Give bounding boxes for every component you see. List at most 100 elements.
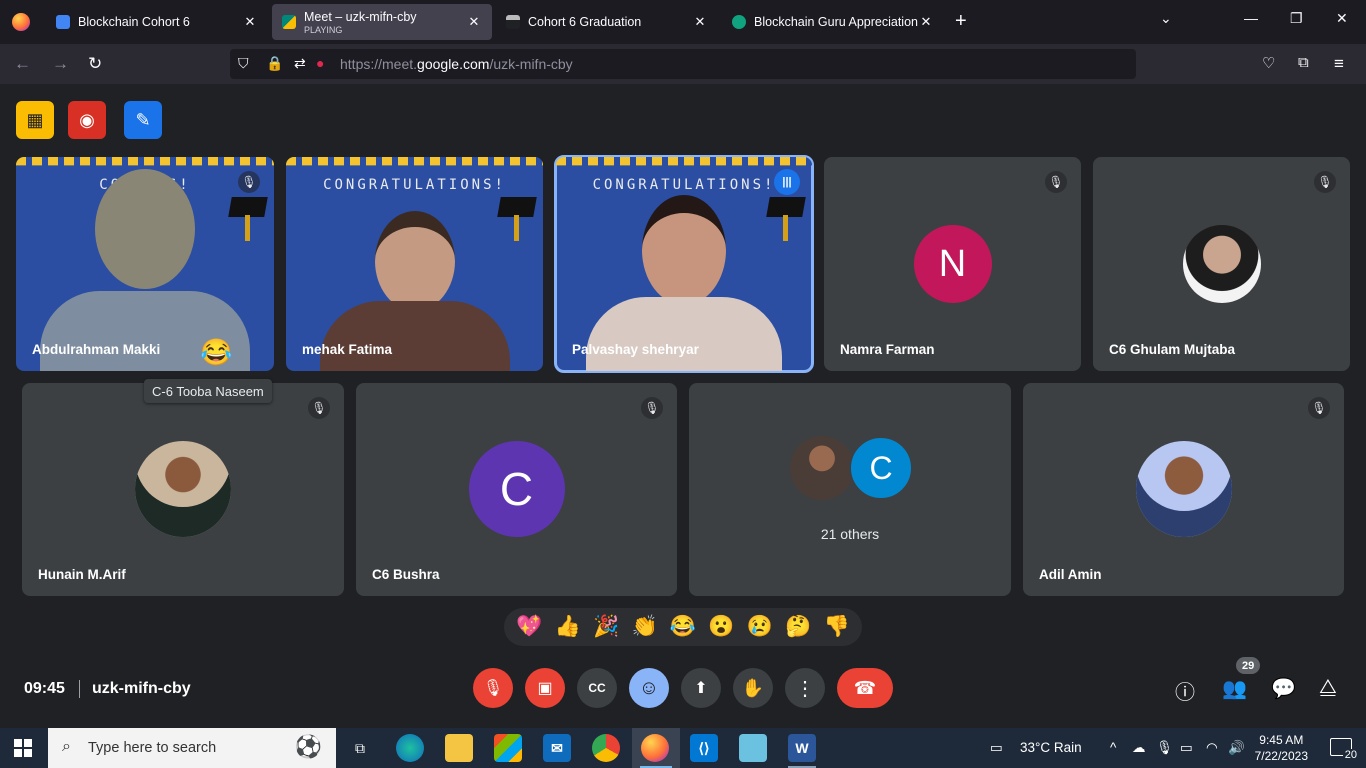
hand-icon: ✋ (741, 677, 765, 698)
address-bar[interactable]: ⛉ 🔒 ⇄ ● https://meet.google.com/uzk-mifn… (230, 49, 1136, 79)
participant-tile[interactable]: 🎙 N Namra Farman (824, 157, 1081, 371)
camera-off-button[interactable]: ▣ (525, 668, 565, 708)
permissions-icon[interactable]: ⇄ (294, 55, 306, 72)
participant-tile[interactable]: 🎙 C C6 Bushra (356, 383, 677, 596)
tassel (514, 215, 519, 241)
participant-tile[interactable]: 🎙 Hunain M.Arif (22, 383, 344, 596)
search-highlight-icon: ⚽ (294, 734, 322, 759)
onedrive-icon[interactable]: ☁ (1132, 740, 1146, 756)
head (642, 195, 726, 305)
others-count: 21 others (820, 526, 880, 542)
tab-blockchain-cohort[interactable]: Blockchain Cohort 6 ✕ (46, 4, 268, 40)
people-icon[interactable]: 👥 (1222, 676, 1247, 701)
reaction-clap[interactable]: 👏 (631, 615, 657, 639)
mic-off-button[interactable]: 🎙 (473, 668, 513, 708)
lock-icon[interactable]: 🔒 (266, 55, 283, 72)
file-explorer-icon[interactable] (445, 734, 473, 762)
weather-text[interactable]: 33°C Rain (1020, 740, 1082, 755)
windows-start-icon[interactable] (14, 739, 32, 757)
bunting-decoration (556, 157, 812, 166)
url-domain: google.com (417, 56, 490, 72)
notes-icon[interactable]: ✎ (124, 101, 162, 139)
close-window-icon[interactable]: ✕ (1336, 10, 1348, 27)
captions-button[interactable]: CC (577, 668, 617, 708)
wifi-icon[interactable]: ◠ (1206, 740, 1218, 756)
recording-icon[interactable]: ◉ (68, 101, 106, 139)
word-icon[interactable]: W (788, 734, 816, 762)
meet-icon (282, 15, 296, 29)
reactions-button[interactable]: ☺ (629, 668, 669, 708)
head (95, 169, 195, 289)
forward-icon[interactable]: → (52, 54, 69, 74)
task-view-icon[interactable]: ⧉ (346, 734, 374, 762)
mail-icon[interactable]: ✉ (543, 734, 571, 762)
url-path: /uzk-mifn-cby (489, 56, 573, 72)
close-tab-icon[interactable]: ✕ (918, 14, 934, 30)
reaction-thinking[interactable]: 🤔 (785, 615, 811, 639)
reaction-heart[interactable]: 💖 (516, 615, 542, 639)
close-tab-icon[interactable]: ✕ (466, 14, 482, 30)
menu-icon[interactable]: ≡ (1334, 54, 1344, 74)
list-tabs-icon[interactable]: ⌄ (1160, 10, 1172, 27)
avatar-photo (135, 441, 231, 537)
shield-icon[interactable]: ⛉ (238, 55, 249, 72)
notification-center-icon[interactable]: 20 (1330, 738, 1359, 761)
tab-blockchain-guru[interactable]: Blockchain Guru Appreciation ✕ (722, 4, 944, 40)
reaction-thumbs-up[interactable]: 👍 (555, 615, 581, 639)
reaction-thumbs-down[interactable]: 👎 (824, 615, 850, 639)
edge-icon[interactable] (396, 734, 424, 762)
tab-meet[interactable]: Meet – uzk-mifn-cby PLAYING ✕ (272, 4, 492, 40)
new-tab-icon[interactable]: + (955, 10, 967, 33)
tab-cohort-graduation[interactable]: Cohort 6 Graduation ✕ (496, 4, 718, 40)
present-button[interactable]: ⬆ (681, 668, 721, 708)
leave-call-button[interactable]: ☎ (837, 668, 893, 708)
participant-tile[interactable]: CONGRATULATIONS! mehak Fatima (286, 157, 543, 371)
reaction-party[interactable]: 🎉 (593, 615, 619, 639)
reaction-laugh[interactable]: 😂 (670, 615, 696, 639)
others-tile[interactable]: C 21 others (689, 383, 1011, 596)
hide-self-view-icon[interactable]: ▦ (16, 101, 54, 139)
restore-icon[interactable]: ❐ (1290, 10, 1303, 27)
back-icon[interactable]: ← (14, 54, 31, 74)
weather-icon[interactable]: ▭ (990, 740, 1003, 756)
raise-hand-button[interactable]: ✋ (733, 668, 773, 708)
url-text[interactable]: https://meet.google.com/uzk-mifn-cby (340, 56, 573, 72)
avatar: C (468, 441, 565, 537)
app-icon[interactable] (739, 734, 767, 762)
graduation-cap-icon (506, 15, 520, 29)
chat-icon[interactable]: 💬 (1271, 676, 1296, 701)
close-tab-icon[interactable]: ✕ (242, 14, 258, 30)
volume-icon[interactable]: 🔊 (1228, 740, 1245, 756)
show-hidden-icons[interactable]: ^ (1110, 740, 1116, 755)
participant-tile[interactable]: 🎙 Adil Amin (1023, 383, 1344, 596)
meeting-details-icon[interactable]: ⓘ (1175, 676, 1195, 705)
reload-icon[interactable]: ↻ (88, 54, 102, 74)
meeting-code: uzk-mifn-cby (92, 680, 191, 697)
congratulations-text: CONGRATULATIONS! (323, 177, 506, 193)
minimize-icon[interactable]: — (1244, 10, 1258, 26)
more-options-button[interactable]: ⋮ (785, 668, 825, 708)
vscode-icon[interactable]: ⟨⟩ (690, 734, 718, 762)
muted-mic-icon: 🎙 (1045, 171, 1067, 193)
microphone-icon[interactable]: 🎙 (1156, 740, 1173, 756)
browser-tab-bar: Blockchain Cohort 6 ✕ Meet – uzk-mifn-cb… (0, 0, 1366, 44)
participant-tile-speaking[interactable]: CONGRATULATIONS! ||| Palvashay shehryar (554, 155, 814, 373)
reaction-surprised[interactable]: 😮 (708, 615, 734, 639)
reaction-sad[interactable]: 😢 (747, 615, 773, 639)
microphone-permission-icon[interactable]: ● (316, 55, 324, 71)
firefox-taskbar-icon[interactable] (641, 734, 669, 762)
participant-tile[interactable]: CONG NS! 🎙 😂 Abdulrahman Makki (16, 157, 274, 371)
pocket-icon[interactable]: ♡ (1262, 54, 1275, 72)
chrome-icon[interactable] (592, 734, 620, 762)
extensions-icon[interactable]: ⧉ (1298, 54, 1309, 71)
participant-name: C6 Ghulam Mujtaba (1109, 342, 1236, 357)
taskbar-search[interactable]: ⌕ Type here to search ⚽ (48, 728, 336, 768)
participant-tile[interactable]: 🎙 C6 Ghulam Mujtaba (1093, 157, 1350, 371)
activities-icon[interactable]: ⧋ (1319, 676, 1337, 699)
taskbar-clock[interactable]: 9:45 AM 7/22/2023 (1255, 732, 1308, 764)
battery-icon[interactable]: ▭ (1180, 740, 1193, 756)
firefox-icon[interactable] (0, 0, 42, 44)
emoji-icon: ☺ (638, 676, 660, 699)
microsoft-store-icon[interactable] (494, 734, 522, 762)
close-tab-icon[interactable]: ✕ (692, 14, 708, 30)
